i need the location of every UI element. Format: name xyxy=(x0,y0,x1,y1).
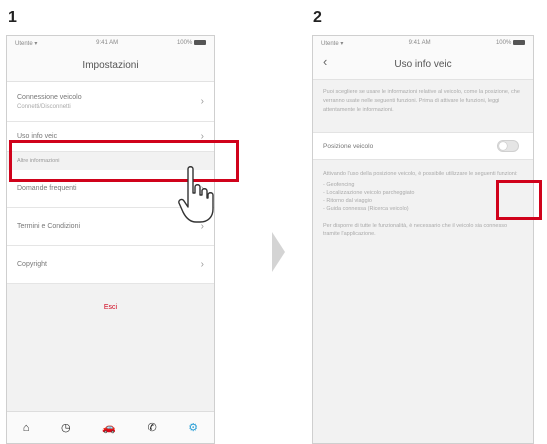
note-text: Per disporre di tutte le funzionalità, è… xyxy=(323,222,508,237)
nav-bar: Impostazioni xyxy=(7,50,214,82)
chevron-right-icon: › xyxy=(200,96,204,107)
highlight-box-toggle xyxy=(496,180,542,220)
logout-button[interactable]: Esci xyxy=(7,304,214,311)
list-item: - Geofencing xyxy=(323,181,355,188)
time-label: 9:41 AM xyxy=(408,40,431,46)
vehicle-position-row: Posizione veicolo xyxy=(313,132,533,161)
history-icon[interactable]: ◷ xyxy=(61,421,71,434)
page-title: Uso info veic xyxy=(394,59,452,70)
list-item: - Ritorno dal viaggio xyxy=(323,198,372,205)
vehicle-position-toggle[interactable] xyxy=(497,140,519,153)
status-bar: Utente ▾ 9:41 AM 100% xyxy=(7,36,214,50)
page-title: Impostazioni xyxy=(82,60,139,71)
step-number-2: 2 xyxy=(313,9,322,26)
car-icon[interactable]: 🚗 xyxy=(102,421,116,434)
nav-bar: ‹ Uso info veic xyxy=(313,50,533,80)
battery-label: 100% xyxy=(176,40,193,47)
item-label: Domande frequenti xyxy=(17,185,77,192)
vehicle-info-use-screen: Utente ▾ 9:41 AM 100% ‹ Uso info veic Pu… xyxy=(312,35,534,444)
item-label: Uso info veic xyxy=(17,133,58,140)
battery-label: 100% xyxy=(495,40,512,47)
tap-hand-icon xyxy=(178,166,214,223)
item-label: Connessione veicolo xyxy=(17,93,82,101)
battery-icon xyxy=(513,39,525,45)
list-item-vehicle-connection[interactable]: Connessione veicolo Connetti/Disconnetti… xyxy=(7,82,214,122)
toggle-knob xyxy=(499,142,507,151)
item-sublabel: Connetti/Disconnetti xyxy=(17,103,71,110)
battery-icon xyxy=(194,39,206,45)
toggle-label: Posizione veicolo xyxy=(323,142,374,150)
chevron-right-icon: › xyxy=(200,259,204,270)
list-item: - Guida connessa (Ricerca veicolo) xyxy=(323,206,409,213)
step-number-1: 1 xyxy=(8,9,17,26)
list-item: - Localizzazione veicolo parcheggiato xyxy=(323,189,415,196)
intro-text: Puoi scegliere se usare le informazioni … xyxy=(323,89,520,113)
status-bar: Utente ▾ 9:41 AM 100% xyxy=(313,36,533,50)
carrier-label: Utente ▾ xyxy=(321,40,344,47)
back-chevron-icon[interactable]: ‹ xyxy=(323,54,327,69)
battery-indicator: 100% xyxy=(495,39,525,47)
tab-bar: ⌂ ◷ 🚗 ✆ ⚙ xyxy=(7,411,214,443)
settings-screen: Utente ▾ 9:41 AM 100% Impostazioni Conne… xyxy=(6,35,215,444)
phone-icon[interactable]: ✆ xyxy=(147,421,156,434)
carrier-label: Utente ▾ xyxy=(15,40,38,47)
home-icon[interactable]: ⌂ xyxy=(23,422,30,434)
battery-indicator: 100% xyxy=(176,39,206,47)
feature-list: - Geofencing - Localizzazione veicolo pa… xyxy=(323,181,523,214)
item-label: Termini e Condizioni xyxy=(17,223,81,230)
item-label: Copyright xyxy=(17,261,47,268)
description-text: Attivando l'uso della posizione veicolo,… xyxy=(323,171,518,178)
next-step-arrow-icon xyxy=(272,232,285,272)
time-label: 9:41 AM xyxy=(96,40,119,46)
list-item-copyright[interactable]: Copyright › xyxy=(7,246,214,284)
settings-icon[interactable]: ⚙ xyxy=(188,421,198,434)
